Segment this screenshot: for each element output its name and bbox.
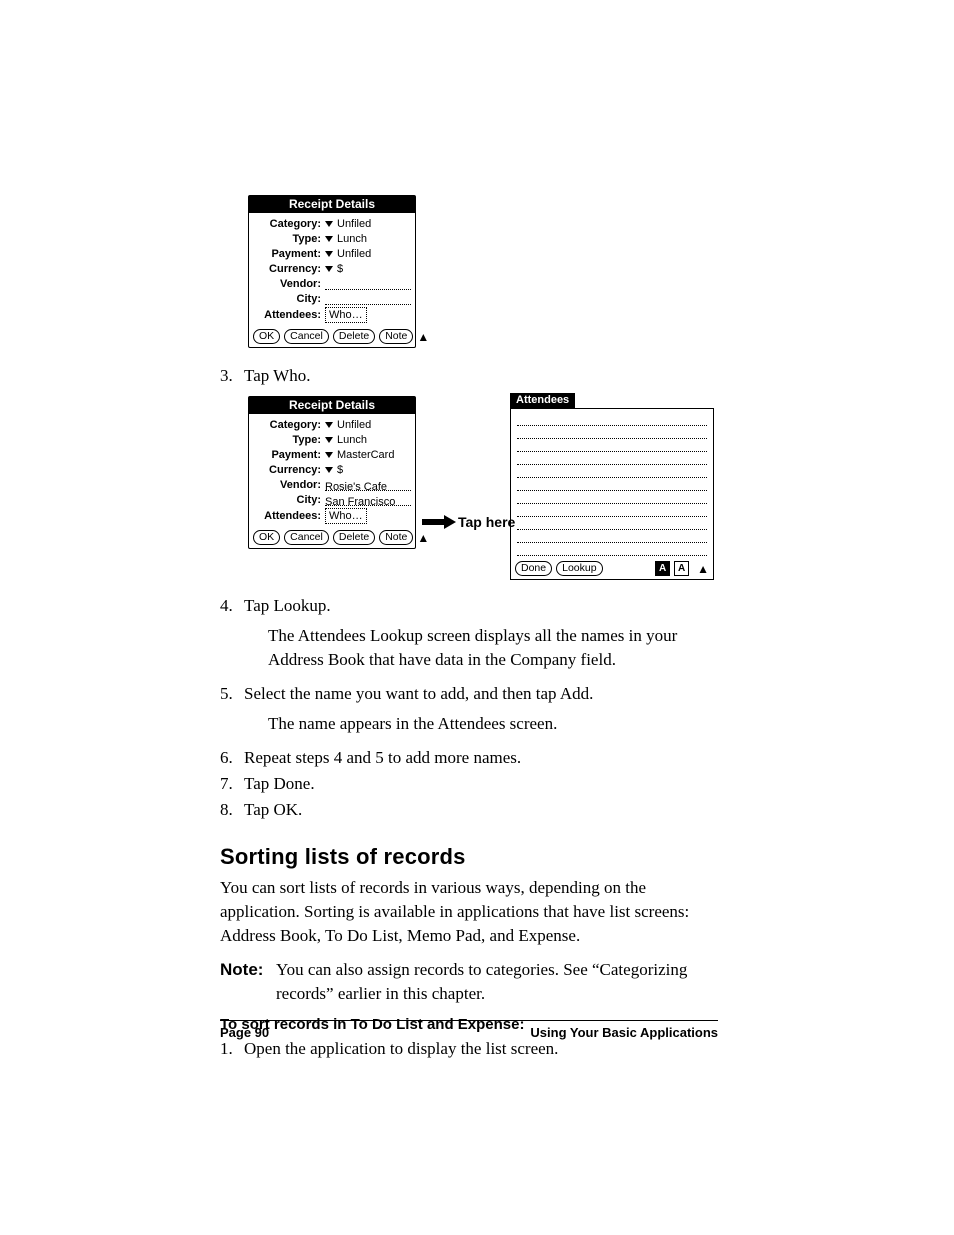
payment-value[interactable]: Unfiled (337, 247, 371, 261)
receipt-details-dialog-2: Receipt Details Category: Unfiled Type: … (248, 396, 416, 549)
step-4: 4.Tap Lookup. (220, 594, 718, 618)
dropdown-icon[interactable] (325, 437, 333, 443)
category-label: Category: (253, 418, 323, 432)
step-5: 5.Select the name you want to add, and t… (220, 682, 718, 706)
ok-button[interactable]: OK (253, 329, 280, 344)
scroll-up-icon[interactable]: ▲ (417, 532, 429, 544)
vendor-input[interactable]: Rosie's Cafe (325, 480, 411, 491)
step-3: 3. Tap Who. (220, 364, 718, 388)
dropdown-icon[interactable] (325, 221, 333, 227)
step-6: 6.Repeat steps 4 and 5 to add more names… (220, 746, 718, 770)
type-label: Type: (253, 232, 323, 246)
note-button[interactable]: Note (379, 530, 413, 545)
category-value[interactable]: Unfiled (337, 217, 371, 231)
keyboard-icon[interactable]: A (655, 561, 670, 576)
cancel-button[interactable]: Cancel (284, 530, 329, 545)
keyboard-alt-icon[interactable]: A (674, 561, 689, 576)
page-footer: Page 90 Using Your Basic Applications (220, 1020, 718, 1040)
who-button[interactable]: Who… (325, 307, 367, 323)
currency-value[interactable]: $ (337, 262, 343, 276)
cancel-button[interactable]: Cancel (284, 329, 329, 344)
step-4-sub: The Attendees Lookup screen displays all… (268, 624, 718, 672)
dropdown-icon[interactable] (325, 251, 333, 257)
attendees-list[interactable] (511, 409, 713, 559)
attendees-label: Attendees: (253, 509, 323, 523)
payment-value[interactable]: MasterCard (337, 448, 394, 462)
scroll-up-icon[interactable]: ▲ (417, 331, 429, 343)
receipt-details-dialog-1: Receipt Details Category: Unfiled Type: … (248, 195, 416, 348)
step-8: 8.Tap OK. (220, 798, 718, 822)
payment-label: Payment: (253, 448, 323, 462)
sort-step-1: 1.Open the application to display the li… (220, 1037, 718, 1061)
city-label: City: (253, 493, 323, 507)
dropdown-icon[interactable] (325, 422, 333, 428)
category-label: Category: (253, 217, 323, 231)
dialog-title: Receipt Details (249, 196, 415, 213)
type-value[interactable]: Lunch (337, 433, 367, 447)
dropdown-icon[interactable] (325, 467, 333, 473)
currency-value[interactable]: $ (337, 463, 343, 477)
ok-button[interactable]: OK (253, 530, 280, 545)
who-button[interactable]: Who… (325, 508, 367, 524)
attendees-title: Attendees (510, 393, 575, 408)
type-value[interactable]: Lunch (337, 232, 367, 246)
section-note: Note: You can also assign records to cat… (220, 958, 718, 1006)
chapter-title: Using Your Basic Applications (530, 1025, 718, 1040)
vendor-label: Vendor: (253, 478, 323, 492)
scroll-up-icon[interactable]: ▲ (697, 563, 709, 575)
dropdown-icon[interactable] (325, 266, 333, 272)
lookup-button[interactable]: Lookup (556, 561, 602, 576)
note-button[interactable]: Note (379, 329, 413, 344)
city-input[interactable] (325, 294, 411, 305)
delete-button[interactable]: Delete (333, 530, 375, 545)
step-5-sub: The name appears in the Attendees screen… (268, 712, 718, 736)
dialog-title: Receipt Details (249, 397, 415, 414)
page-number: Page 90 (220, 1025, 269, 1040)
city-input[interactable]: San Francisco (325, 495, 411, 506)
city-label: City: (253, 292, 323, 306)
tap-here-callout: Tap here (420, 514, 515, 530)
payment-label: Payment: (253, 247, 323, 261)
attendees-label: Attendees: (253, 308, 323, 322)
type-label: Type: (253, 433, 323, 447)
step-7: 7.Tap Done. (220, 772, 718, 796)
currency-label: Currency: (253, 262, 323, 276)
dropdown-icon[interactable] (325, 452, 333, 458)
section-para: You can sort lists of records in various… (220, 876, 718, 948)
vendor-input[interactable] (325, 279, 411, 290)
section-heading: Sorting lists of records (220, 844, 718, 870)
category-value[interactable]: Unfiled (337, 418, 371, 432)
currency-label: Currency: (253, 463, 323, 477)
delete-button[interactable]: Delete (333, 329, 375, 344)
attendees-panel: Done Lookup A A ▲ (510, 408, 714, 580)
done-button[interactable]: Done (515, 561, 552, 576)
vendor-label: Vendor: (253, 277, 323, 291)
dropdown-icon[interactable] (325, 236, 333, 242)
arrow-right-icon (420, 514, 456, 530)
